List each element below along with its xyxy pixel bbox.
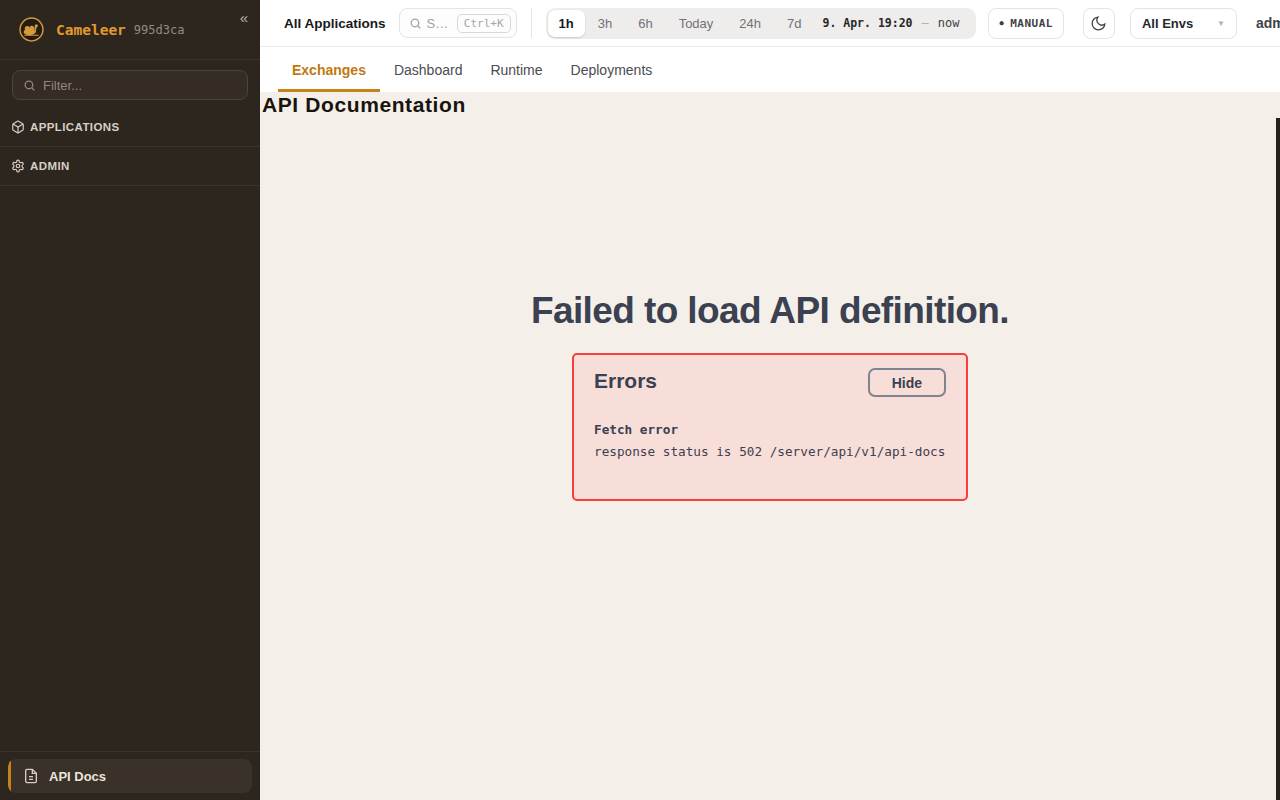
main-area: All Applications S… Ctrl+K 1h 3h 6h Toda… (260, 0, 1280, 800)
sidebar-collapse-icon[interactable]: « (240, 9, 248, 26)
time-range-today[interactable]: Today (666, 10, 727, 37)
tab-label: Exchanges (292, 62, 366, 78)
date-from[interactable]: 9. Apr. 19:20 (815, 16, 913, 30)
content-area: API Documentation Failed to load API def… (260, 92, 1280, 800)
date-separator: — (922, 16, 929, 30)
sidebar-item-label: APPLICATIONS (30, 121, 120, 133)
page-title: API Documentation (262, 93, 466, 117)
sidebar-filter-input[interactable]: Filter... (12, 70, 248, 100)
user-label: admin (1256, 15, 1280, 31)
tab-deployments[interactable]: Deployments (557, 47, 667, 92)
scope-label: All Applications (284, 16, 386, 31)
tab-label: Runtime (490, 62, 542, 78)
cameleer-logo-icon (19, 17, 44, 42)
time-range-6h[interactable]: 6h (625, 10, 665, 37)
hide-button[interactable]: Hide (868, 368, 946, 397)
tab-label: Deployments (571, 62, 653, 78)
brand-version: 995d3ca (134, 23, 185, 37)
tab-exchanges[interactable]: Exchanges (278, 47, 380, 92)
gear-icon (11, 159, 25, 173)
time-range-group: 1h 3h 6h Today 24h 7d 9. Apr. 19:20 — no… (546, 8, 977, 39)
time-range-3h[interactable]: 3h (585, 10, 625, 37)
errors-title: Errors (594, 369, 657, 393)
sidebar-item-label: ADMIN (30, 160, 70, 172)
tab-label: Dashboard (394, 62, 463, 78)
search-icon (23, 79, 36, 92)
time-range-7d[interactable]: 7d (774, 10, 814, 37)
error-detail: response status is 502 /server/api/v1/ap… (594, 441, 946, 463)
time-range-24h[interactable]: 24h (726, 10, 774, 37)
date-to[interactable]: now (938, 16, 975, 30)
time-range-1h[interactable]: 1h (548, 10, 585, 37)
tab-runtime[interactable]: Runtime (476, 47, 556, 92)
tab-dashboard[interactable]: Dashboard (380, 47, 477, 92)
search-shortcut: Ctrl+K (457, 14, 511, 33)
moon-icon (1090, 15, 1107, 32)
sidebar-item-admin[interactable]: ADMIN (0, 147, 260, 186)
status-dot-icon: ● (999, 19, 1004, 27)
sidebar-footer: API Docs (0, 751, 260, 800)
search-placeholder: S… (427, 16, 449, 31)
chevron-down-icon: ▼ (1217, 19, 1225, 28)
filter-placeholder: Filter... (43, 78, 82, 93)
search-icon (409, 17, 422, 30)
header-divider (531, 8, 532, 38)
error-details: Fetch error response status is 502 /serv… (594, 419, 946, 463)
manual-label: MANUAL (1010, 17, 1053, 30)
errors-panel-header: Errors Hide (594, 368, 946, 397)
sidebar: Cameleer 995d3ca « Filter... APPLICATION… (0, 0, 260, 800)
sidebar-item-label: API Docs (49, 769, 106, 784)
fail-message: Failed to load API definition. (260, 290, 1280, 332)
errors-panel: Errors Hide Fetch error response status … (572, 353, 968, 501)
sidebar-item-api-docs[interactable]: API Docs (8, 759, 252, 793)
env-select-value: All Envs (1142, 16, 1193, 31)
scrollbar-track[interactable] (1276, 118, 1280, 800)
global-search-input[interactable]: S… Ctrl+K (399, 8, 517, 38)
document-icon (23, 768, 39, 784)
error-name: Fetch error (594, 419, 946, 441)
tab-bar: Exchanges Dashboard Runtime Deployments (260, 47, 1280, 92)
sidebar-header: Cameleer 995d3ca « (0, 0, 260, 60)
sidebar-item-applications[interactable]: APPLICATIONS (0, 108, 260, 147)
cube-icon (11, 120, 25, 134)
dark-mode-toggle[interactable] (1083, 8, 1115, 39)
top-header: All Applications S… Ctrl+K 1h 3h 6h Toda… (260, 0, 1280, 47)
env-select[interactable]: All Envs ▼ (1130, 8, 1237, 39)
brand-name: Cameleer (56, 22, 126, 38)
sidebar-spacer (0, 186, 260, 751)
manual-refresh-button[interactable]: ● MANUAL (988, 8, 1063, 39)
